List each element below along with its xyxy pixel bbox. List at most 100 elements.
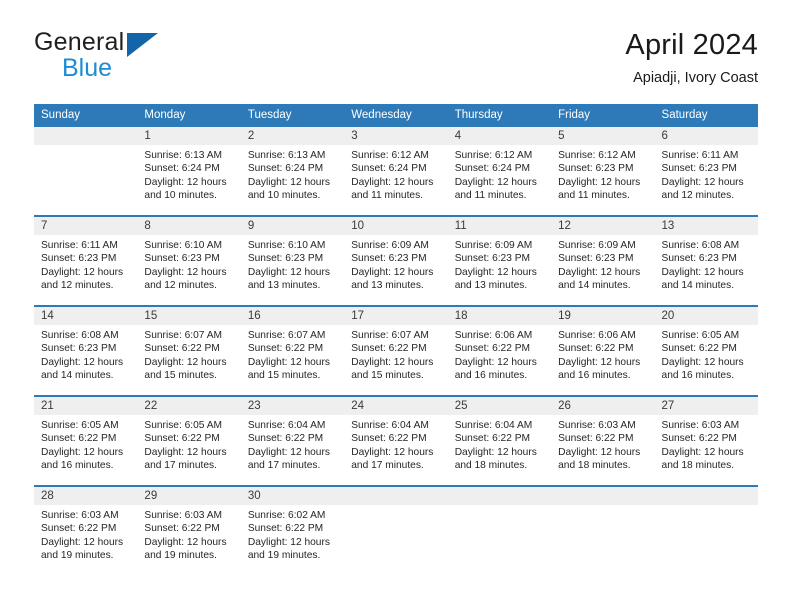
daylight-text-line2: and 10 minutes. <box>247 190 321 202</box>
calendar-day-cell[interactable]: 8 Sunrise: 6:10 AM Sunset: 6:23 PM Daylight… <box>137 215 241 306</box>
daylight-text-line2: and 11 minutes. <box>351 190 424 202</box>
day-number: 9 <box>240 217 345 235</box>
calendar-day-cell[interactable]: 11 Sunrise: 6:09 AM Sunset: 6:23 PM Dayligh… <box>447 215 552 306</box>
daylight-text-line1: Daylight: 12 hours <box>144 536 227 548</box>
calendar-day-cell[interactable] <box>447 485 552 575</box>
sunrise-text: Sunrise: 6:07 AM <box>247 330 326 341</box>
day-cell-content: 10 Sunrise: 6:09 AM Sunset: 6:23 PM Dayligh… <box>344 217 448 305</box>
daylight-text-line1: Daylight: 12 hours <box>247 446 330 458</box>
day-number: 29 <box>137 487 241 505</box>
calendar-day-cell[interactable]: 24 Sunrise: 6:04 AM Sunset: 6:22 PM Dayligh… <box>344 395 448 486</box>
daylight-text-line1: Daylight: 12 hours <box>351 266 434 278</box>
day-number: 15 <box>137 307 241 325</box>
day-number: 27 <box>654 397 758 415</box>
calendar-day-cell[interactable]: 4 Sunrise: 6:12 AM Sunset: 6:24 PM Daylight… <box>447 127 552 216</box>
day-cell-content: 1 Sunrise: 6:13 AM Sunset: 6:24 PM Daylight… <box>137 127 241 215</box>
sunset-text: Sunset: 6:23 PM <box>661 253 737 265</box>
calendar-day-cell[interactable]: 14 Sunrise: 6:08 AM Sunset: 6:23 PM Dayligh… <box>34 305 138 396</box>
day-cell-content: 26 Sunrise: 6:03 AM Sunset: 6:22 PM Dayligh… <box>551 397 655 485</box>
calendar-day-cell[interactable]: 16 Sunrise: 6:07 AM Sunset: 6:22 PM Dayligh… <box>240 305 345 396</box>
calendar-day-cell[interactable]: 30 Sunrise: 6:02 AM Sunset: 6:22 PM Dayligh… <box>240 485 345 575</box>
weekday-header-friday: Friday <box>551 104 655 127</box>
sunrise-text: Sunrise: 6:02 AM <box>247 510 326 521</box>
sunset-text: Sunset: 6:23 PM <box>351 253 427 265</box>
sunset-text: Sunset: 6:22 PM <box>351 433 427 445</box>
brand-logo[interactable]: General Blue <box>34 28 294 86</box>
sunrise-text: Sunrise: 6:12 AM <box>558 150 636 161</box>
day-number <box>34 127 138 145</box>
daylight-text-line1: Daylight: 12 hours <box>144 266 227 278</box>
day-number: 3 <box>344 127 448 145</box>
calendar-day-cell[interactable] <box>34 127 138 216</box>
calendar-day-cell[interactable]: 19 Sunrise: 6:06 AM Sunset: 6:22 PM Dayligh… <box>551 305 655 396</box>
calendar-day-cell[interactable] <box>344 485 448 575</box>
sunrise-text: Sunrise: 6:03 AM <box>558 420 636 431</box>
sunset-text: Sunset: 6:23 PM <box>41 253 117 265</box>
sunrise-text: Sunrise: 6:03 AM <box>144 510 223 521</box>
calendar-day-cell[interactable]: 21 Sunrise: 6:05 AM Sunset: 6:22 PM Dayligh… <box>34 395 138 486</box>
triangle-logo-icon <box>127 33 158 57</box>
calendar-day-cell[interactable]: 20 Sunrise: 6:05 AM Sunset: 6:22 PM Dayligh… <box>654 305 758 396</box>
calendar-day-cell[interactable]: 18 Sunrise: 6:06 AM Sunset: 6:22 PM Dayligh… <box>447 305 552 396</box>
daylight-text-line2: and 13 minutes. <box>351 280 424 292</box>
calendar-day-cell[interactable]: 28 Sunrise: 6:03 AM Sunset: 6:22 PM Dayligh… <box>34 485 138 575</box>
sunrise-text: Sunrise: 6:03 AM <box>661 420 740 431</box>
calendar-day-cell[interactable]: 13 Sunrise: 6:08 AM Sunset: 6:23 PM Dayligh… <box>654 215 758 306</box>
daylight-text-line1: Daylight: 12 hours <box>41 536 124 548</box>
day-details: Sunrise: 6:02 AM Sunset: 6:22 PM Daylight:… <box>241 505 344 563</box>
calendar-day-cell[interactable]: 1 Sunrise: 6:13 AM Sunset: 6:24 PM Daylight… <box>137 127 241 216</box>
page-subtitle: Apiadji, Ivory Coast <box>633 70 758 86</box>
calendar-day-cell[interactable]: 6 Sunrise: 6:11 AM Sunset: 6:23 PM Daylight… <box>654 127 758 216</box>
daylight-text-line2: and 18 minutes. <box>454 460 528 472</box>
day-cell-content: 23 Sunrise: 6:04 AM Sunset: 6:22 PM Dayligh… <box>240 397 345 485</box>
day-details: Sunrise: 6:11 AM Sunset: 6:23 PM Daylight:… <box>655 145 758 203</box>
daylight-text-line1: Daylight: 12 hours <box>454 176 537 188</box>
calendar-day-cell[interactable]: 29 Sunrise: 6:03 AM Sunset: 6:22 PM Dayligh… <box>137 485 241 575</box>
calendar-day-cell[interactable]: 12 Sunrise: 6:09 AM Sunset: 6:23 PM Dayligh… <box>551 215 655 306</box>
calendar-day-cell[interactable] <box>654 485 758 575</box>
sunset-text: Sunset: 6:23 PM <box>247 253 324 265</box>
calendar-day-cell[interactable]: 7 Sunrise: 6:11 AM Sunset: 6:23 PM Daylight… <box>34 215 138 306</box>
calendar-day-cell[interactable]: 26 Sunrise: 6:03 AM Sunset: 6:22 PM Dayligh… <box>551 395 655 486</box>
weekday-header-sunday: Sunday <box>34 104 138 127</box>
sunset-text: Sunset: 6:22 PM <box>558 343 634 355</box>
day-cell-content <box>34 127 138 215</box>
sunset-text: Sunset: 6:22 PM <box>144 343 220 355</box>
calendar-table: Sunday Monday Tuesday Wednesday Thursday… <box>34 104 758 575</box>
sunrise-text: Sunrise: 6:07 AM <box>144 330 223 341</box>
day-cell-content: 20 Sunrise: 6:05 AM Sunset: 6:22 PM Dayligh… <box>654 307 758 395</box>
calendar-day-cell[interactable]: 3 Sunrise: 6:12 AM Sunset: 6:24 PM Daylight… <box>344 127 448 216</box>
sunrise-text: Sunrise: 6:07 AM <box>351 330 429 341</box>
calendar-week-row: 28 Sunrise: 6:03 AM Sunset: 6:22 PM Dayligh… <box>34 485 758 575</box>
calendar-day-cell[interactable] <box>551 485 655 575</box>
calendar-day-cell[interactable]: 25 Sunrise: 6:04 AM Sunset: 6:22 PM Dayligh… <box>447 395 552 486</box>
daylight-text-line2: and 15 minutes. <box>351 370 424 382</box>
calendar-day-cell[interactable]: 5 Sunrise: 6:12 AM Sunset: 6:23 PM Daylight… <box>551 127 655 216</box>
sunrise-text: Sunrise: 6:06 AM <box>454 330 533 341</box>
daylight-text-line1: Daylight: 12 hours <box>247 356 330 368</box>
daylight-text-line2: and 16 minutes. <box>661 370 735 382</box>
daylight-text-line1: Daylight: 12 hours <box>661 446 744 458</box>
sunset-text: Sunset: 6:22 PM <box>144 433 220 445</box>
calendar-day-cell[interactable]: 2 Sunrise: 6:13 AM Sunset: 6:24 PM Daylight… <box>240 127 345 216</box>
calendar-day-cell[interactable]: 10 Sunrise: 6:09 AM Sunset: 6:23 PM Dayligh… <box>344 215 448 306</box>
calendar-day-cell[interactable]: 23 Sunrise: 6:04 AM Sunset: 6:22 PM Dayligh… <box>240 395 345 486</box>
day-cell-content: 25 Sunrise: 6:04 AM Sunset: 6:22 PM Dayligh… <box>447 397 552 485</box>
calendar-day-cell[interactable]: 15 Sunrise: 6:07 AM Sunset: 6:22 PM Dayligh… <box>137 305 241 396</box>
sunrise-text: Sunrise: 6:04 AM <box>351 420 429 431</box>
calendar-day-cell[interactable]: 17 Sunrise: 6:07 AM Sunset: 6:22 PM Dayligh… <box>344 305 448 396</box>
daylight-text-line2: and 14 minutes. <box>41 370 114 382</box>
daylight-text-line2: and 17 minutes. <box>144 460 217 472</box>
day-details: Sunrise: 6:03 AM Sunset: 6:22 PM Daylight:… <box>34 505 137 563</box>
sunset-text: Sunset: 6:24 PM <box>351 163 427 175</box>
day-cell-content: 15 Sunrise: 6:07 AM Sunset: 6:22 PM Dayligh… <box>137 307 241 395</box>
weekday-header-tuesday: Tuesday <box>240 104 345 127</box>
calendar-day-cell[interactable]: 27 Sunrise: 6:03 AM Sunset: 6:22 PM Dayligh… <box>654 395 758 486</box>
calendar-day-cell[interactable]: 9 Sunrise: 6:10 AM Sunset: 6:23 PM Daylight… <box>240 215 345 306</box>
daylight-text-line2: and 19 minutes. <box>41 550 114 562</box>
day-cell-content: 5 Sunrise: 6:12 AM Sunset: 6:23 PM Daylight… <box>551 127 655 215</box>
calendar-day-cell[interactable]: 22 Sunrise: 6:05 AM Sunset: 6:22 PM Dayligh… <box>137 395 241 486</box>
day-number: 13 <box>654 217 758 235</box>
sunset-text: Sunset: 6:22 PM <box>351 343 427 355</box>
day-details: Sunrise: 6:07 AM Sunset: 6:22 PM Daylight:… <box>344 325 447 383</box>
